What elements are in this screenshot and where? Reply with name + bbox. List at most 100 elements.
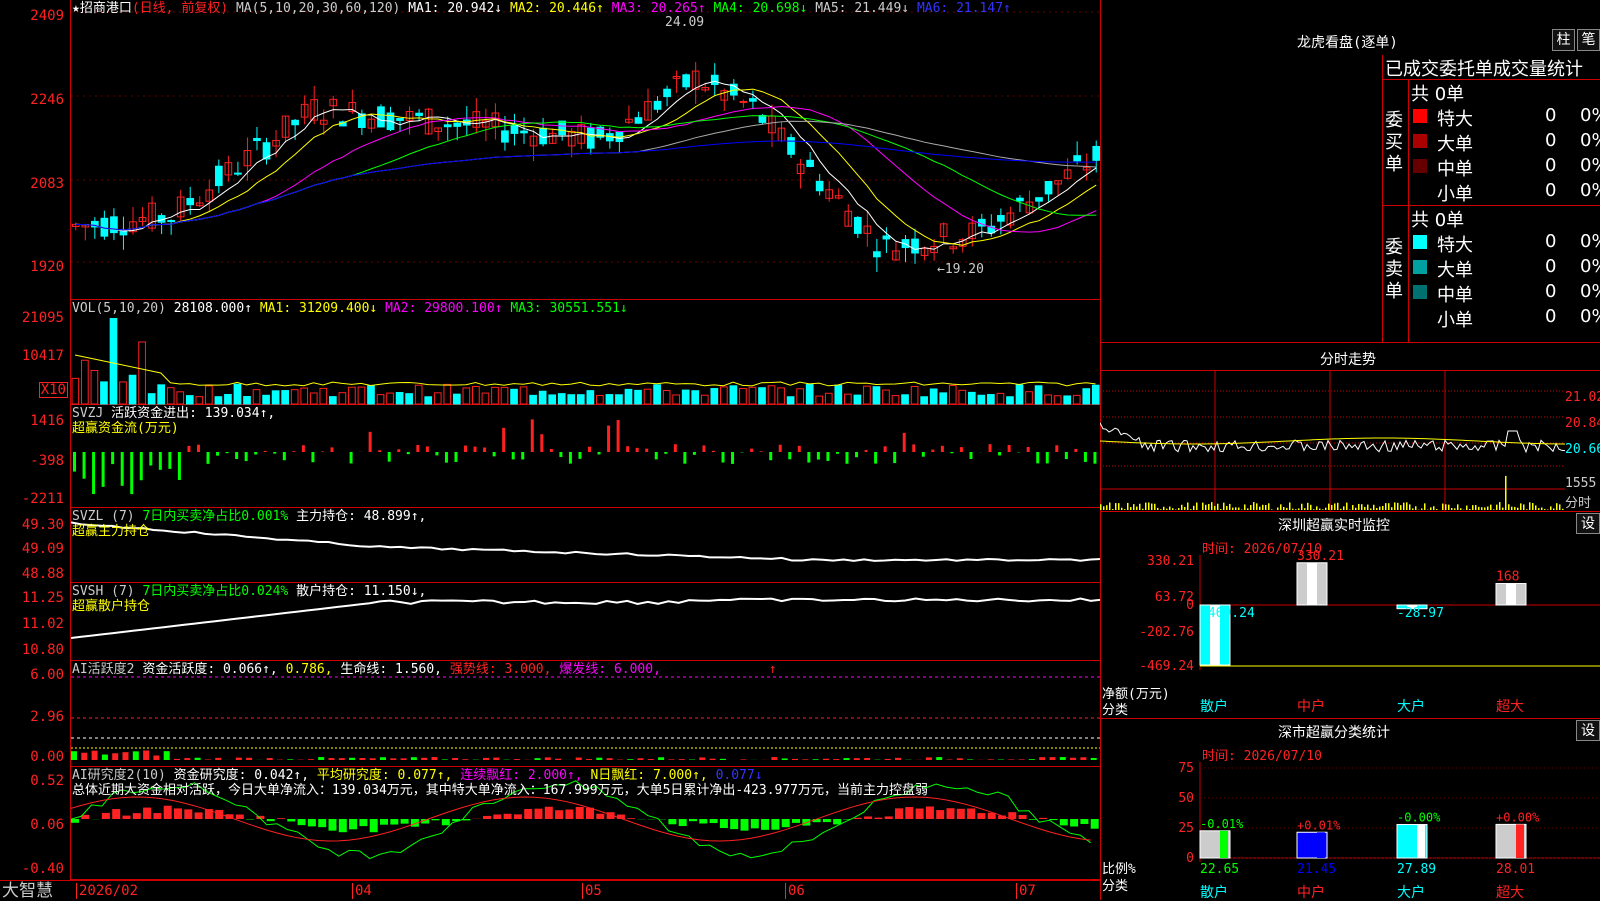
svzl-sub: 超赢主力持仓: [72, 524, 150, 539]
svsh-name: SVSH (7): [72, 584, 135, 599]
volume-bar: [377, 395, 384, 404]
ai2-summary: 总体近期大资金相对活跃，今日大单净流入：139.034万元，其中特大单净流入：1…: [72, 783, 928, 798]
volume-bar: [654, 385, 661, 404]
volume-bar: [1092, 385, 1099, 404]
fenshi-vol-bar: [1106, 505, 1108, 510]
fenshi-vol-bar: [1145, 503, 1147, 510]
fenshi-vol-bar: [1238, 507, 1240, 510]
flow-bar: [111, 452, 114, 464]
fenshi-vol-bar: [1148, 502, 1150, 510]
ai1-e: 爆发线: 6.000,: [559, 662, 661, 677]
flow-bar: [474, 447, 477, 452]
activity-bar: [782, 758, 788, 760]
flow-bar: [683, 452, 686, 464]
sz-monitor-settings-button[interactable]: 设: [1576, 513, 1600, 534]
bar-mode-button[interactable]: 柱: [1552, 29, 1575, 51]
candle-body: [587, 128, 594, 148]
fenshi-ytick: 21.02: [1565, 390, 1600, 405]
volume-bar: [825, 393, 832, 404]
fenshi-vol-bar: [1223, 503, 1225, 510]
research-bar: [483, 816, 491, 819]
order-size-name: 大单: [1437, 130, 1473, 156]
stock-name: 招商港口: [80, 1, 132, 16]
volume-bar: [234, 384, 241, 404]
fenshi-vol-bar: [1139, 504, 1141, 510]
activity-bar: [1019, 759, 1025, 760]
volume-header: VOL(5,10,20) 28108.000↑ MA1: 31209.400↓ …: [72, 301, 628, 316]
research-bar: [586, 808, 594, 819]
ytick: 2246: [30, 92, 64, 108]
fenshi-vol-bar: [1271, 509, 1273, 510]
research-bar: [751, 819, 759, 828]
order-percent: 0%: [1580, 281, 1600, 302]
activity-bar: [545, 757, 551, 760]
fenshi-vol-bar: [1316, 506, 1318, 510]
ai1-b: 0.786,: [286, 662, 333, 677]
activity-bar: [318, 757, 324, 760]
order-percent: 0%: [1580, 306, 1600, 327]
fenshi-vol-bar: [1523, 504, 1525, 510]
activity-bar: [462, 759, 468, 760]
color-swatch: [1413, 159, 1427, 173]
candle-body: [378, 107, 385, 127]
research-bar: [885, 816, 893, 819]
activity-bar: [957, 758, 963, 760]
order-size-name: 大单: [1437, 256, 1473, 282]
kline-panel[interactable]: [70, 0, 1100, 300]
flow-bar: [998, 452, 1001, 455]
flow-bar: [102, 452, 105, 487]
activity-bar: [1029, 759, 1035, 760]
volume-bar: [387, 393, 394, 404]
candle-body: [664, 89, 671, 96]
ytick: 1920: [30, 259, 64, 275]
tick-mode-button[interactable]: 笔: [1577, 29, 1600, 51]
fenshi-vol-bar: [1487, 507, 1489, 510]
volume-bar: [549, 395, 556, 404]
sz-stat-xlabel: 分类: [1102, 875, 1128, 894]
fenshi-vol-bar: [1100, 504, 1102, 510]
ai2-e: 0.077↓: [716, 768, 763, 783]
fenshi-vol-bar: [1346, 503, 1348, 510]
activity-bar: [658, 757, 664, 760]
flow-bar: [207, 452, 210, 464]
svzl-header: SVZL (7) 7日内买卖净占比0.001% 主力持仓: 48.899↑, 超…: [72, 509, 426, 539]
flow-bar: [1055, 445, 1058, 452]
volume-bar: [558, 394, 565, 404]
candle-body: [854, 217, 861, 233]
volume-bar: [1073, 395, 1080, 404]
stat-ytick: 50: [1178, 791, 1194, 806]
flow-bar: [750, 449, 753, 452]
research-bar: [298, 819, 306, 825]
research-bar: [390, 819, 398, 825]
research-bar: [102, 813, 110, 819]
sz-stat-settings-button[interactable]: 设: [1576, 720, 1600, 741]
fenshi-vol-bar: [1469, 509, 1471, 510]
kline-chart[interactable]: [71, 0, 1101, 300]
candle-body: [187, 199, 194, 205]
flow-bar: [302, 445, 305, 452]
research-bar: [545, 807, 553, 819]
date-tick: 2026/02: [76, 883, 138, 899]
star-icon[interactable]: ★: [72, 1, 80, 16]
research-bar: [957, 809, 965, 819]
flow-bar: [321, 451, 324, 452]
volume-bar: [902, 395, 909, 404]
flow-bar: [617, 420, 620, 452]
fenshi-vol-bar: [1313, 509, 1315, 510]
order-percent: 0%: [1580, 180, 1600, 201]
stat-change-label: -0.00%: [1397, 811, 1441, 825]
fenshi-vol-bar: [1556, 503, 1558, 510]
vol-value: 28108.000↑: [174, 301, 252, 316]
research-bar: [329, 819, 337, 831]
activity-bar: [133, 751, 139, 760]
fenshi-vol-bar: [1220, 509, 1222, 510]
flow-bar: [369, 432, 372, 452]
fenshi-vol-bar: [1451, 508, 1453, 510]
fenshi-vol-bar: [1472, 505, 1474, 510]
mon-category-label: 中户: [1297, 698, 1325, 715]
fenshi-vol-bar: [1202, 503, 1204, 510]
sz-monitor-title: 深圳超赢实时监控: [1278, 515, 1390, 535]
intraday-chart[interactable]: [1100, 371, 1570, 511]
flow-bar: [121, 452, 124, 486]
flow-bar: [1093, 452, 1096, 464]
